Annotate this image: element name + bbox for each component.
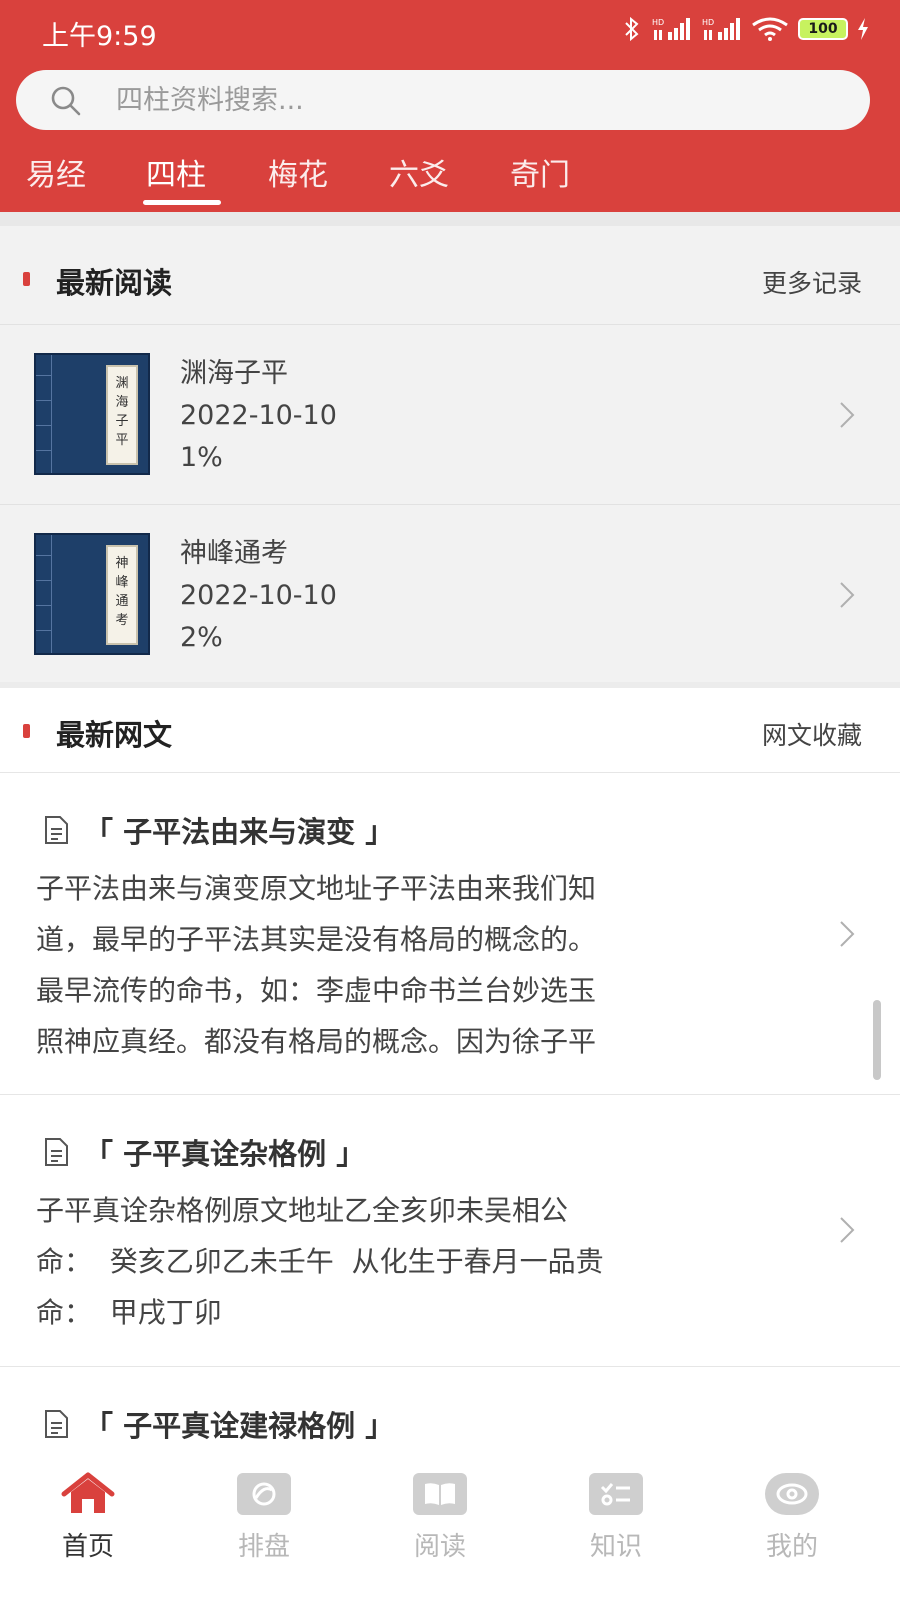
article-title-text: 「 子平真诠建禄格例 」	[84, 1409, 395, 1443]
excerpt-line: 道，最早的子平法其实是没有格局的概念的。	[36, 923, 597, 956]
search-bar[interactable]	[16, 70, 870, 130]
wifi-icon	[752, 17, 788, 41]
article-favorites-link[interactable]: 网文收藏	[762, 716, 862, 752]
book-info: 神峰通考 2022-10-10 2%	[180, 533, 337, 659]
active-tab-indicator	[143, 200, 221, 205]
book-cover: 渊海子平	[34, 353, 150, 475]
svg-text:HD: HD	[652, 18, 664, 27]
document-icon	[45, 1410, 68, 1438]
article-item[interactable]: 「 子平法由来与演变 」 子平法由来与演变原文地址子平法由来我们知 道，最早的子…	[0, 772, 900, 1094]
book-name: 渊海子平	[180, 358, 288, 389]
excerpt-line: 最早流传的命书，如：李虚中命书兰台妙选玉	[36, 974, 597, 1007]
checklist-icon	[589, 1473, 643, 1515]
nav-label: 我的	[765, 1532, 818, 1562]
nav-reading[interactable]: 阅读	[380, 1472, 500, 1592]
article-title: 「 子平真诠建禄格例 」	[42, 1403, 394, 1445]
tab-qimen[interactable]: 奇门	[510, 150, 570, 194]
excerpt-line: 命： 癸亥乙卯乙未壬午 从化生于春月一品贵	[36, 1245, 604, 1278]
article-title-text: 「 子平法由来与演变 」	[84, 815, 395, 849]
article-item[interactable]: 「 子平真诠杂格例 」 子平真诠杂格例原文地址乙全亥卯未吴相公 命： 癸亥乙卯乙…	[0, 1094, 900, 1366]
app-header: 上午9:59 HD HD 100 四柱资料搜索... 易经 四柱 梅花 六爻 奇…	[0, 0, 900, 212]
article-title: 「 子平真诠杂格例 」	[42, 1131, 365, 1173]
chart-icon	[237, 1473, 291, 1515]
book-row[interactable]: 渊海子平 渊海子平 2022-10-10 1%	[0, 324, 900, 504]
chevron-right-icon	[840, 1217, 855, 1243]
recent-reading-header: 最新阅读 更多记录	[0, 236, 900, 324]
bottom-nav: 首页 排盘 阅读 知识 我的	[0, 1460, 900, 1600]
book-date: 2022-10-10	[180, 400, 337, 431]
bluetooth-icon	[625, 16, 639, 42]
status-icons: HD HD 100	[622, 16, 870, 42]
nav-profile[interactable]: 我的	[732, 1472, 852, 1592]
excerpt-line: 命： 甲戌丁卯	[36, 1296, 222, 1329]
section-title: 最新网文	[56, 718, 173, 752]
svg-text:HD: HD	[702, 18, 714, 27]
article-title-text: 「 子平真诠杂格例 」	[84, 1137, 366, 1171]
document-icon	[45, 816, 68, 844]
book-progress: 2%	[180, 622, 223, 653]
recent-reading-section: 最新阅读 更多记录 渊海子平 渊海子平 2022-10-10 1% 神峰通考 神…	[0, 212, 900, 682]
article-item[interactable]: 「 子平真诠建禄格例 」	[0, 1366, 900, 1463]
excerpt-line: 照神应真经。都没有格局的概念。因为徐子平	[36, 1025, 597, 1058]
status-time: 上午9:59	[42, 21, 157, 52]
search-icon	[51, 86, 81, 116]
nav-label: 排盘	[237, 1532, 290, 1562]
excerpt-line: 子平法由来与演变原文地址子平法由来我们知	[36, 872, 597, 905]
tab-yijing[interactable]: 易经	[26, 150, 86, 194]
book-name: 神峰通考	[180, 538, 288, 569]
article-title: 「 子平法由来与演变 」	[42, 809, 394, 851]
nav-paipan[interactable]: 排盘	[204, 1472, 324, 1592]
home-icon	[61, 1472, 115, 1513]
nav-label: 知识	[589, 1532, 642, 1562]
tab-sizhu[interactable]: 四柱	[146, 150, 206, 194]
status-bar: 上午9:59 HD HD 100	[0, 0, 900, 64]
chevron-right-icon	[840, 582, 855, 608]
tab-meihua[interactable]: 梅花	[268, 150, 328, 194]
battery-icon: 100	[798, 18, 848, 40]
document-icon	[45, 1138, 68, 1166]
category-tabs: 易经 四柱 梅花 六爻 奇门	[0, 150, 900, 212]
nav-home[interactable]: 首页	[28, 1472, 148, 1592]
article-excerpt: 子平法由来与演变原文地址子平法由来我们知 道，最早的子平法其实是没有格局的概念的…	[36, 863, 756, 1067]
book-cover-label: 渊海子平	[106, 365, 138, 465]
book-info: 渊海子平 2022-10-10 1%	[180, 353, 337, 479]
book-cover: 神峰通考	[34, 533, 150, 655]
signal-icon: HD	[652, 18, 690, 40]
latest-articles-header: 最新网文 网文收藏	[0, 688, 900, 776]
nav-knowledge[interactable]: 知识	[556, 1472, 676, 1592]
chevron-right-icon	[840, 921, 855, 947]
book-cover-label: 神峰通考	[106, 545, 138, 645]
eye-icon	[765, 1473, 819, 1515]
article-excerpt: 子平真诠杂格例原文地址乙全亥卯未吴相公 命： 癸亥乙卯乙未壬午 从化生于春月一品…	[36, 1185, 756, 1338]
section-marker	[23, 272, 30, 286]
section-marker	[23, 724, 30, 738]
tab-liuyao[interactable]: 六爻	[389, 150, 449, 194]
search-input[interactable]	[116, 78, 816, 122]
nav-label: 阅读	[413, 1532, 466, 1562]
book-row[interactable]: 神峰通考 神峰通考 2022-10-10 2%	[0, 504, 900, 684]
book-icon	[413, 1473, 467, 1515]
excerpt-line: 子平真诠杂格例原文地址乙全亥卯未吴相公	[36, 1194, 569, 1227]
signal-2-icon: HD	[702, 18, 740, 40]
nav-label: 首页	[61, 1532, 114, 1562]
charging-icon	[858, 18, 868, 40]
chevron-right-icon	[840, 402, 855, 428]
section-title: 最新阅读	[56, 266, 173, 300]
scrollbar[interactable]	[873, 1000, 881, 1080]
book-progress: 1%	[180, 442, 223, 473]
more-records-link[interactable]: 更多记录	[762, 264, 862, 300]
latest-articles-section: 最新网文 网文收藏 「 子平法由来与演变 」 子平法由来与演变原文地址子平法由来…	[0, 682, 900, 1457]
book-date: 2022-10-10	[180, 580, 337, 611]
